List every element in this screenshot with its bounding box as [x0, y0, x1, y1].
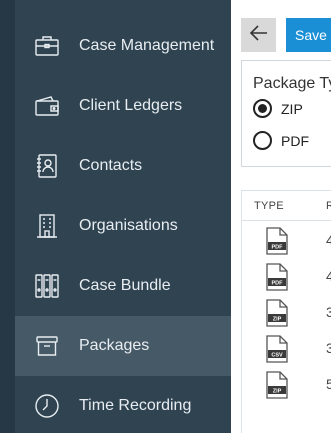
package-type-panel: Package Typ ZIP PDF [241, 60, 331, 167]
file-type-label: ZIP [273, 317, 282, 323]
table-row[interactable]: CSV 3 [242, 332, 331, 368]
save-button[interactable]: Save [286, 18, 331, 52]
file-type-label: CSV [271, 353, 283, 359]
wallet-icon [32, 91, 62, 121]
back-button[interactable] [241, 18, 276, 52]
sidebar-item-label: Organisations [79, 217, 178, 234]
table-row[interactable]: ZIP 3 [242, 296, 331, 332]
binders-icon [32, 271, 62, 301]
main-panel: Save Package Typ ZIP PDF TYPE R PDF 4 PDF 4… [231, 0, 331, 433]
table-row[interactable]: ZIP 5 [242, 368, 331, 404]
file-type-label: ZIP [273, 389, 282, 395]
file-type-label: PDF [272, 245, 284, 251]
radio-option-pdf[interactable]: PDF [253, 131, 309, 150]
briefcase-icon [32, 31, 62, 61]
sidebar-item-label: Case Management [79, 37, 215, 54]
table-cell-r: 4 [326, 268, 331, 284]
sidebar-item-label: Client Ledgers [79, 97, 183, 114]
arrow-left-icon [249, 24, 269, 47]
file-pdf-icon: PDF [266, 227, 288, 255]
sidebar-item-time-recording[interactable]: Time Recording [15, 376, 231, 433]
sidebar-item-contacts[interactable]: Contacts [15, 136, 231, 196]
sidebar-item-client-ledgers[interactable]: Client Ledgers [15, 76, 231, 136]
file-pdf-icon: PDF [266, 263, 288, 291]
column-header-type[interactable]: TYPE [254, 200, 284, 212]
radio-button[interactable] [253, 99, 272, 118]
contacts-book-icon [32, 151, 62, 181]
sidebar-item-label: Contacts [79, 157, 143, 174]
column-header-r[interactable]: R [326, 200, 331, 212]
file-zip-icon: ZIP [266, 299, 288, 327]
packages-table: TYPE R PDF 4 PDF 4 ZIP 3 CSV 3 ZIP 5 [241, 190, 331, 433]
table-cell-r: 5 [326, 376, 331, 392]
table-cell-r: 3 [326, 304, 331, 320]
table-cell-r: 4 [326, 232, 331, 248]
sidebar-edge [0, 0, 15, 433]
file-csv-icon: CSV [266, 335, 288, 363]
sidebar-item-packages[interactable]: Packages [15, 316, 231, 376]
radio-label: ZIP [281, 100, 303, 117]
sidebar-item-label: Packages [79, 337, 150, 354]
sidebar-item-case-bundle[interactable]: Case Bundle [15, 256, 231, 316]
table-row[interactable]: PDF 4 [242, 224, 331, 260]
sidebar: Case Management Client Ledgers Contacts [0, 0, 231, 433]
package-type-title: Package Typ [253, 75, 331, 92]
radio-button[interactable] [253, 131, 272, 150]
sidebar-item-label: Case Bundle [79, 277, 171, 294]
sidebar-item-case-management[interactable]: Case Management [15, 16, 231, 76]
sidebar-item-label: Time Recording [79, 397, 192, 414]
clock-icon [32, 391, 62, 421]
file-type-label: PDF [272, 281, 284, 287]
table-cell-r: 3 [326, 340, 331, 356]
file-zip-icon: ZIP [266, 371, 288, 399]
radio-option-zip[interactable]: ZIP [253, 99, 303, 118]
building-icon [32, 211, 62, 241]
table-header: TYPE R [242, 190, 331, 221]
sidebar-item-organisations[interactable]: Organisations [15, 196, 231, 256]
table-row[interactable]: PDF 4 [242, 260, 331, 296]
radio-label: PDF [281, 132, 309, 149]
package-box-icon [32, 331, 62, 361]
